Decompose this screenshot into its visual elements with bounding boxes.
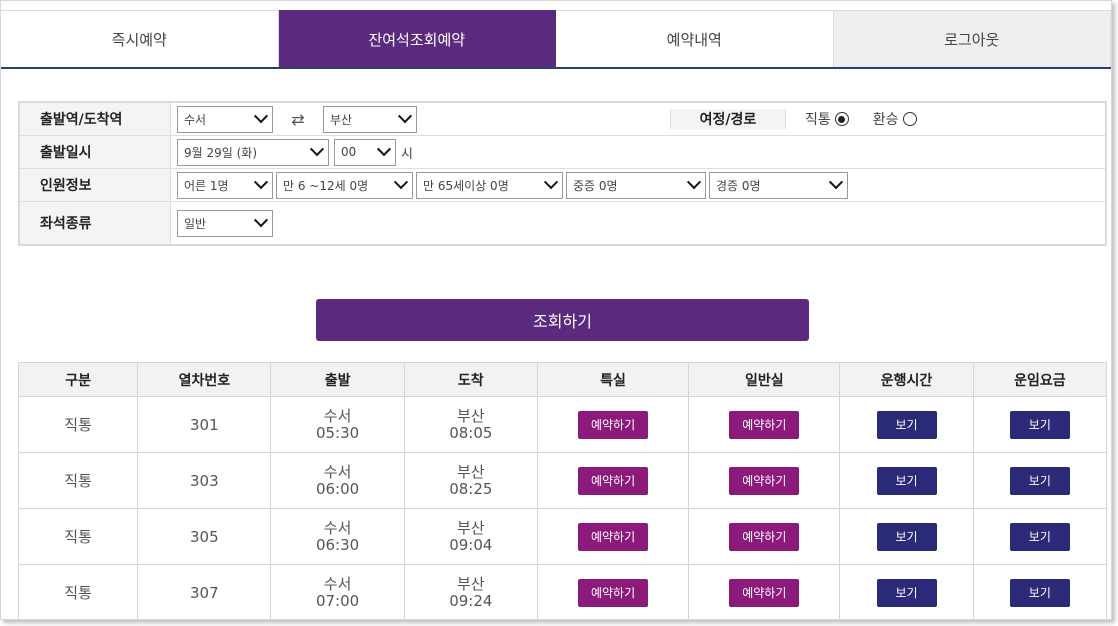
chevron-down-icon: [376, 142, 392, 157]
mild-disabled-select[interactable]: 경증 0명: [709, 171, 848, 199]
row-train-number: 307: [137, 564, 272, 619]
tab-logout[interactable]: 로그아웃: [833, 10, 1111, 67]
row-departure: 수서 06:30: [270, 508, 405, 565]
row-type: 직통: [17, 452, 139, 509]
chevron-down-icon: [543, 175, 559, 190]
reserve-first-class-button[interactable]: 예약하기: [578, 522, 649, 551]
route-label: 여정/경로: [670, 109, 786, 129]
search-form: 출발역/도착역 수서 ⇄ 부산 여정/경로 직통 환승 출발일시 9월 29일 …: [18, 101, 1107, 246]
row-type: 직통: [17, 396, 139, 453]
seat-row: 좌석종류 일반: [20, 202, 1105, 244]
header-arrival: 도착: [403, 362, 538, 397]
header-first-class: 특실: [536, 362, 690, 397]
senior-select[interactable]: 만 65세이상 0명: [416, 171, 563, 199]
station-row: 출발역/도착역 수서 ⇄ 부산 여정/경로 직통 환승: [20, 103, 1105, 136]
view-fare-button[interactable]: 보기: [1009, 410, 1070, 439]
header-standard: 일반실: [688, 362, 841, 397]
row-departure: 수서 07:00: [270, 564, 405, 619]
row-arrival: 부산 09:24: [403, 564, 538, 619]
route-options: 직통 환승: [791, 109, 1105, 129]
chevron-down-icon: [253, 175, 269, 190]
reserve-first-class-button[interactable]: 예약하기: [578, 578, 649, 607]
row-arrival: 부산 08:25: [403, 452, 538, 509]
row-arrival: 부산 08:05: [403, 396, 538, 453]
chevron-down-icon: [253, 109, 269, 124]
reserve-standard-button[interactable]: 예약하기: [729, 466, 800, 495]
row-arrival: 부산 09:04: [403, 508, 538, 565]
chevron-down-icon: [686, 175, 702, 190]
reserve-standard-button[interactable]: 예약하기: [729, 578, 800, 607]
view-fare-button[interactable]: 보기: [1009, 466, 1070, 495]
row-type: 직통: [17, 508, 139, 565]
severe-disabled-select[interactable]: 중증 0명: [566, 171, 706, 199]
tab-reservation-history[interactable]: 예약내역: [556, 10, 834, 67]
view-travel-time-button[interactable]: 보기: [876, 578, 937, 607]
header-fare: 운임요금: [972, 362, 1108, 397]
date-row: 출발일시 9월 29일 (화) 00 시: [20, 136, 1105, 169]
reserve-first-class-button[interactable]: 예약하기: [578, 466, 649, 495]
reserve-first-class-button[interactable]: 예약하기: [578, 410, 649, 439]
view-travel-time-button[interactable]: 보기: [876, 410, 937, 439]
tab-bar: 즉시예약 잔여석조회예약 예약내역 로그아웃: [1, 10, 1111, 69]
chevron-down-icon: [309, 142, 325, 157]
row-departure: 수서 05:30: [270, 396, 405, 453]
tab-seat-inquiry[interactable]: 잔여석조회예약: [278, 10, 556, 67]
seat-type-select[interactable]: 일반: [177, 209, 273, 237]
view-fare-button[interactable]: 보기: [1009, 522, 1070, 551]
reserve-standard-button[interactable]: 예약하기: [729, 522, 800, 551]
tab-instant-reservation[interactable]: 즉시예약: [1, 10, 279, 67]
adult-select[interactable]: 어른 1명: [177, 171, 273, 199]
table-row: 직통 305 수서 06:30 부산 09:04 예약하기 예약하기 보기 보기: [17, 508, 1108, 565]
route-direct-radio[interactable]: [834, 112, 849, 126]
chevron-down-icon: [253, 213, 269, 228]
hour-unit: 시: [401, 146, 413, 162]
header-train-number: 열차번호: [137, 362, 272, 397]
date-select[interactable]: 9월 29일 (화): [177, 138, 329, 166]
row-departure: 수서 06:00: [270, 452, 405, 509]
header-travel-time: 운행시간: [839, 362, 974, 397]
arrival-station-select[interactable]: 부산: [323, 105, 417, 133]
row-train-number: 301: [137, 396, 272, 453]
table-row: 직통 303 수서 06:00 부산 08:25 예약하기 예약하기 보기 보기: [17, 452, 1108, 509]
route-transfer-radio[interactable]: [902, 112, 917, 126]
seat-label: 좌석종류: [20, 202, 171, 244]
reserve-standard-button[interactable]: 예약하기: [729, 410, 800, 439]
date-label: 출발일시: [20, 136, 171, 168]
search-button[interactable]: 조회하기: [316, 299, 809, 341]
results-table: 구분 열차번호 출발 도착 특실 일반실 운행시간 운임요금 직통 301 수서…: [17, 362, 1108, 619]
row-type: 직통: [17, 564, 139, 619]
departure-station-select[interactable]: 수서: [177, 105, 273, 133]
passenger-label: 인원정보: [20, 169, 171, 201]
table-row: 직통 301 수서 05:30 부산 08:05 예약하기 예약하기 보기 보기: [17, 396, 1108, 453]
view-fare-button[interactable]: 보기: [1009, 578, 1070, 607]
chevron-down-icon: [393, 175, 409, 190]
header-type: 구분: [17, 362, 139, 397]
header-departure: 출발: [270, 362, 405, 397]
station-label: 출발역/도착역: [20, 103, 171, 135]
row-train-number: 305: [137, 508, 272, 565]
app-window: 즉시예약 잔여석조회예약 예약내역 로그아웃 출발역/도착역 수서 ⇄ 부산 여…: [0, 0, 1112, 620]
table-header-row: 구분 열차번호 출발 도착 특실 일반실 운행시간 운임요금: [17, 362, 1108, 397]
child-select[interactable]: 만 6 ~12세 0명: [276, 171, 413, 199]
view-travel-time-button[interactable]: 보기: [876, 466, 937, 495]
chevron-down-icon: [397, 109, 413, 124]
table-row: 직통 307 수서 07:00 부산 09:24 예약하기 예약하기 보기 보기: [17, 564, 1108, 619]
row-train-number: 303: [137, 452, 272, 509]
view-travel-time-button[interactable]: 보기: [876, 522, 937, 551]
swap-icon[interactable]: ⇄: [278, 110, 318, 129]
chevron-down-icon: [828, 175, 844, 190]
passenger-row: 인원정보 어른 1명 만 6 ~12세 0명 만 65세이상 0명 중증 0명 …: [20, 169, 1105, 202]
hour-select[interactable]: 00: [334, 138, 396, 166]
